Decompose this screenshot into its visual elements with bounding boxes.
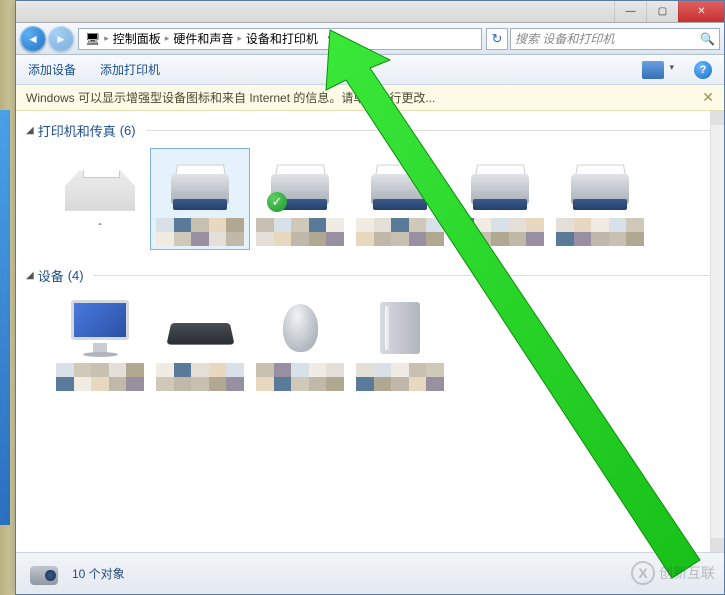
content-pane: ◢ 打印机和传真 (6) - ✓	[16, 111, 710, 552]
chevron-right-icon: ▸	[237, 33, 242, 44]
group-label: 打印机和传真	[38, 121, 116, 140]
notification-bar[interactable]: Windows 可以显示增强型设备图标和来自 Internet 的信息。请单击进…	[16, 85, 724, 111]
obscured-label	[356, 363, 444, 391]
device-item-printer-default[interactable]: ✓	[250, 148, 350, 250]
collapse-icon[interactable]: ◢	[26, 125, 34, 136]
crumb-control-panel[interactable]: 控制面板	[111, 30, 163, 47]
obscured-label	[156, 218, 244, 246]
group-separator	[146, 130, 710, 131]
add-device-button[interactable]: 添加设备	[28, 61, 76, 78]
printer-icon: ✓	[265, 152, 335, 214]
device-item-fax[interactable]: -	[50, 148, 150, 250]
refresh-button[interactable]: ↻	[486, 28, 508, 50]
crumb-hardware-sound[interactable]: 硬件和声音	[171, 30, 235, 47]
obscured-label	[156, 363, 244, 391]
printer-icon	[165, 152, 235, 214]
vertical-scrollbar[interactable]	[710, 111, 724, 552]
view-options-button[interactable]	[642, 61, 664, 79]
obscured-label	[556, 218, 644, 246]
device-item-printer[interactable]	[350, 148, 450, 250]
help-button[interactable]: ?	[694, 61, 712, 79]
watermark: X 创新互联	[631, 561, 715, 585]
computer-icon: 🖥	[83, 32, 102, 46]
background-window-edge	[0, 0, 16, 595]
monitor-icon	[65, 297, 135, 359]
printer-icon	[465, 152, 535, 214]
command-toolbar: 添加设备 添加打印机 ?	[16, 55, 724, 85]
obscured-label	[256, 218, 344, 246]
breadcrumb-dropdown[interactable]: ▾	[322, 33, 338, 44]
fax-icon	[65, 152, 135, 214]
crumb-devices-printers[interactable]: 设备和打印机	[244, 30, 320, 47]
notification-close-icon[interactable]: ✕	[702, 89, 714, 106]
close-button[interactable]: ✕	[678, 1, 724, 22]
group-label: 设备	[38, 266, 64, 285]
chevron-right-icon: ▸	[165, 33, 170, 44]
nav-forward-button[interactable]: ►	[48, 26, 74, 52]
obscured-label	[256, 363, 344, 391]
status-text: 10 个对象	[72, 565, 125, 582]
default-check-icon: ✓	[267, 192, 287, 212]
breadcrumb[interactable]: 🖥 ▸ 控制面板 ▸ 硬件和声音 ▸ 设备和打印机 ▾	[78, 28, 482, 50]
status-devices-icon	[26, 558, 62, 590]
watermark-text: 创新互联	[659, 563, 715, 583]
collapse-icon[interactable]: ◢	[26, 270, 34, 281]
mouse-icon	[265, 297, 335, 359]
device-item-monitor[interactable]	[50, 293, 150, 395]
group-separator	[94, 275, 710, 276]
navigation-bar: ◄ ► 🖥 ▸ 控制面板 ▸ 硬件和声音 ▸ 设备和打印机 ▾ ↻ 搜索 设备和…	[16, 23, 724, 55]
device-item-printer[interactable]	[550, 148, 650, 250]
minimize-button[interactable]: —	[614, 1, 646, 22]
group-count: (4)	[68, 268, 84, 283]
printer-icon	[365, 152, 435, 214]
printers-items: - ✓	[26, 144, 710, 262]
obscured-label	[356, 218, 444, 246]
search-placeholder: 搜索 设备和打印机	[515, 30, 614, 47]
device-item-drive[interactable]	[350, 293, 450, 395]
maximize-button[interactable]: ▢	[646, 1, 678, 22]
group-count: (6)	[120, 123, 136, 138]
search-input[interactable]: 搜索 设备和打印机 🔍	[510, 28, 720, 50]
notification-text: Windows 可以显示增强型设备图标和来自 Internet 的信息。请单击进…	[26, 89, 435, 106]
device-item-printer[interactable]	[450, 148, 550, 250]
status-bar: 10 个对象	[16, 552, 724, 594]
devices-items	[26, 289, 710, 407]
obscured-label	[56, 363, 144, 391]
chevron-right-icon: ▸	[104, 33, 109, 44]
group-header-printers[interactable]: ◢ 打印机和传真 (6)	[26, 117, 710, 144]
device-item-mouse[interactable]	[250, 293, 350, 395]
devices-and-printers-window: — ▢ ✕ ◄ ► 🖥 ▸ 控制面板 ▸ 硬件和声音 ▸ 设备和打印机 ▾ ↻ …	[15, 0, 725, 595]
title-bar[interactable]: — ▢ ✕	[16, 1, 724, 23]
group-header-devices[interactable]: ◢ 设备 (4)	[26, 262, 710, 289]
obscured-label	[456, 218, 544, 246]
watermark-icon: X	[631, 561, 655, 585]
device-item-printer[interactable]	[150, 148, 250, 250]
add-printer-button[interactable]: 添加打印机	[100, 61, 160, 78]
printer-icon	[565, 152, 635, 214]
external-drive-icon	[365, 297, 435, 359]
nav-back-button[interactable]: ◄	[20, 26, 46, 52]
search-icon[interactable]: 🔍	[700, 32, 715, 46]
device-item-keyboard[interactable]	[150, 293, 250, 395]
keyboard-icon	[165, 297, 235, 359]
